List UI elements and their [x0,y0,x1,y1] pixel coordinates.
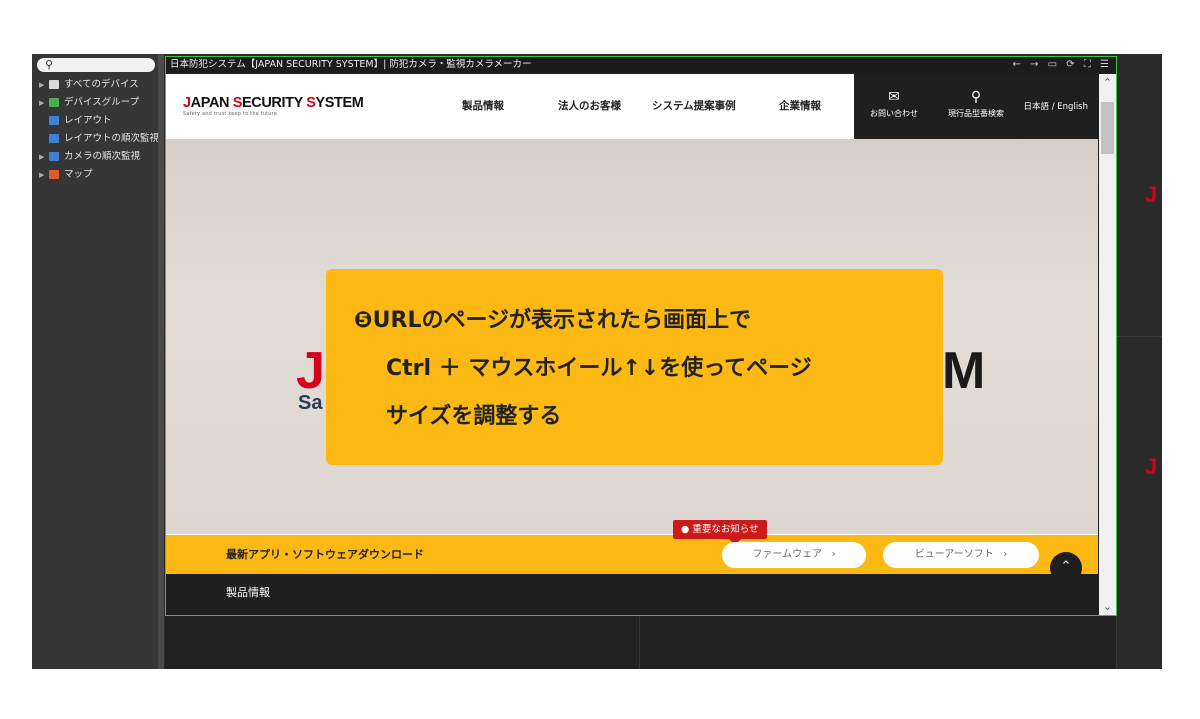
firmware-label: ファームウェア [752,549,823,560]
header-utility-area: ✉ お問い合わせ ⚲ 現行品型番検索 日本語 / English [854,74,1098,139]
device-tree: ▶ すべてのデバイス ▶ デバイスグループ レイアウト レイアウトの順次監視 ▶… [32,76,160,184]
tree-item-camera-sequence[interactable]: ▶ カメラの順次監視 [32,148,158,166]
instruction-line-1: ❺URLのページが表示されたら画面上で [354,308,752,333]
tile-logo-letter-bottom: J [1145,454,1158,479]
expand-arrow-icon[interactable]: ▶ [39,76,44,94]
hero-logo-letter-right: M [942,342,986,400]
firmware-button[interactable]: ファームウェア › [722,542,866,568]
logo-tagline: Safety and trust keep to the future [183,111,278,117]
language-switch[interactable]: 日本語 / English [1024,100,1088,112]
tree-item-layout-sequence[interactable]: レイアウトの順次監視 [32,130,160,148]
page-scrollbar[interactable]: ⌃ ⌄ [1099,74,1116,615]
layout-icon [49,116,59,125]
device-sidebar: ⚲ ▶ すべてのデバイス ▶ デバイスグループ レイアウト レイアウトの順次監視 [32,54,160,669]
instruction-line-2: Ctrl ＋ マウスホイール↑↓を使ってページ [386,356,812,381]
step-number-badge: ❺ [354,308,373,333]
right-video-tiles: J J [1117,56,1162,616]
site-header: JAPAN SECURITY SYSTEM Safety and trust k… [166,74,1098,139]
web-page: JAPAN SECURITY SYSTEM Safety and trust k… [166,74,1098,615]
product-info-bar: 製品情報 [166,574,1098,615]
tree-item-label: レイアウト [64,115,112,126]
tree-item-layout[interactable]: レイアウト [32,112,158,130]
browser-view: 日本防犯システム【JAPAN SECURITY SYSTEM】| 防犯カメラ・監… [165,56,1117,616]
scrollbar-thumb[interactable] [1101,102,1114,154]
model-search-label: 現行品型番検索 [948,109,1004,118]
download-bar: 最新アプリ・ソフトウェアダウンロード ● 重要なお知らせ ファームウェア › ビ… [166,520,1098,574]
nav-company-info[interactable]: 企業情報 [779,74,821,139]
bottom-video-tiles [165,616,1117,669]
contact-button[interactable]: ✉ お問い合わせ [854,86,934,119]
chevron-right-icon: › [825,549,836,560]
site-logo[interactable]: JAPAN SECURITY SYSTEM Safety and trust k… [183,95,364,117]
browser-nav-icons[interactable]: ← → ▭ ⟳ ⛶ ☰ [1013,57,1112,73]
tree-item-label: すべてのデバイス [64,79,139,90]
back-to-top-button[interactable]: ⌃ [1050,552,1082,584]
layout-sequence-icon [49,134,59,143]
hero-subtext-left: Sa [298,392,323,414]
nav-products[interactable]: 製品情報 [462,74,504,139]
map-icon [49,170,59,179]
tile-divider [1117,336,1162,337]
browser-title: 日本防犯システム【JAPAN SECURITY SYSTEM】| 防犯カメラ・監… [170,59,532,70]
scroll-up-icon[interactable]: ⌃ [1099,76,1116,89]
alert-icon: ● [681,524,690,535]
tile-logo-letter-top: J [1145,182,1158,207]
tree-item-label: カメラの順次監視 [64,151,141,162]
tree-item-label: マップ [64,169,93,180]
download-label: 最新アプリ・ソフトウェアダウンロード [226,548,424,561]
expand-arrow-icon[interactable]: ▶ [39,166,44,184]
camera-sequence-icon [49,152,59,161]
chevron-up-icon: ⌃ [1060,559,1072,574]
important-notice-badge[interactable]: ● 重要なお知らせ [673,520,767,545]
product-info-label[interactable]: 製品情報 [226,574,270,612]
nav-system-cases[interactable]: システム提案事例 [652,74,736,139]
tree-item-map[interactable]: ▶ マップ [32,166,158,184]
viewer-software-button[interactable]: ビューアーソフト › [883,542,1039,568]
search-icon[interactable]: ⚲ [45,58,53,72]
tree-item-label: レイアウトの順次監視 [64,133,160,144]
mail-icon: ✉ [888,89,900,105]
tree-item-label: デバイスグループ [64,97,140,108]
tile-divider [1116,616,1117,669]
model-search-button[interactable]: ⚲ 現行品型番検索 [936,86,1016,119]
device-group-icon [49,98,59,107]
sidebar-splitter[interactable] [158,54,164,669]
expand-arrow-icon[interactable]: ▶ [39,94,44,112]
logo-wordmark: JAPAN SECURITY SYSTEM [183,95,364,111]
scroll-down-icon[interactable]: ⌄ [1099,600,1116,613]
search-icon: ⚲ [970,89,982,105]
nav-corporate-customers[interactable]: 法人のお客様 [558,74,621,139]
tree-item-device-group[interactable]: ▶ デバイスグループ [32,94,158,112]
search-box[interactable]: ⚲ [37,58,155,72]
viewer-label: ビューアーソフト [914,549,994,560]
expand-arrow-icon[interactable]: ▶ [39,148,44,166]
tile-divider [639,616,640,669]
instruction-callout: ❺URLのページが表示されたら画面上で Ctrl ＋ マウスホイール↑↓を使って… [326,269,943,465]
contact-label: お問い合わせ [870,109,918,118]
chevron-right-icon: › [996,549,1008,560]
device-list-icon [49,80,59,89]
notice-label: 重要なお知らせ [692,524,759,535]
instruction-line-3: サイズを調整する [386,404,562,429]
tree-item-all-devices[interactable]: ▶ すべてのデバイス [32,76,158,94]
browser-titlebar: 日本防犯システム【JAPAN SECURITY SYSTEM】| 防犯カメラ・監… [166,57,1116,73]
